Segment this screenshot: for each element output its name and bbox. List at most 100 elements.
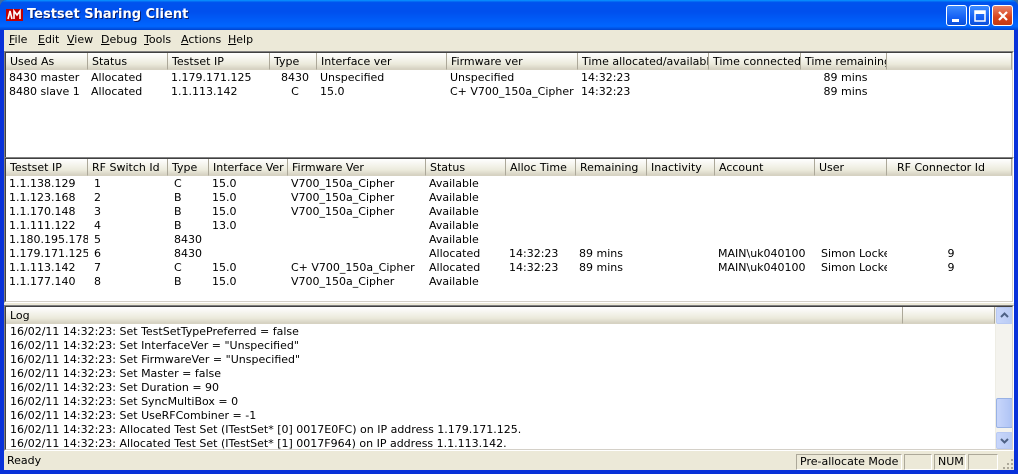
table-row[interactable]: 1.1.111.122 4 B 13.0 Available — [6, 219, 1012, 233]
col-user[interactable]: User — [815, 159, 887, 176]
maximize-icon — [974, 10, 986, 22]
col-type[interactable]: Type — [270, 53, 317, 70]
account-cell — [715, 219, 815, 233]
account-cell — [715, 191, 815, 205]
log-header: Log — [6, 307, 995, 324]
scroll-down-button[interactable] — [996, 432, 1012, 449]
status-num: NUM — [934, 454, 966, 470]
col-alloc-time[interactable]: Alloc Time — [506, 159, 576, 176]
time-remaining-cell: 89 mins — [823, 71, 868, 84]
rf-connector-cell: 9 — [947, 261, 955, 274]
log-line: 16/02/11 14:32:23: Set TestSetTypePrefer… — [10, 325, 299, 338]
menu-file[interactable]: File — [9, 33, 27, 46]
table-row[interactable]: 1.1.113.142 7 C 15.0 C+ V700_150a_Cipher Allo… — [6, 261, 1012, 275]
status-cell: Available — [429, 219, 479, 232]
menu-edit[interactable]: Edit — [38, 33, 59, 46]
col-interface-ver[interactable]: Interface ver — [317, 53, 447, 70]
col-testset-ip[interactable]: Testset IP — [6, 159, 88, 176]
inactivity-cell — [647, 233, 715, 247]
maximize-button[interactable] — [969, 5, 990, 26]
alloc-time-cell — [506, 275, 576, 289]
col-status[interactable]: Status — [88, 53, 168, 70]
resize-grip-icon[interactable] — [1002, 458, 1014, 470]
table-row[interactable]: 1.180.195.178 5 8430 Available — [6, 233, 1012, 247]
col-interface-ver[interactable]: Interface Ver — [209, 159, 288, 176]
title-bar[interactable]: Testset Sharing Client — [0, 0, 1018, 30]
type-cell: 8430 — [281, 71, 309, 84]
rf-connector-cell: 9 — [947, 247, 955, 260]
user-cell — [815, 233, 887, 247]
chevron-up-icon — [1000, 312, 1009, 318]
table-row[interactable]: 1.1.177.140 8 B 15.0 V700_150a_Cipher Availab… — [6, 275, 1012, 289]
table-row[interactable]: 1.179.171.125 6 8430 Allocated 14:32:23 89 mi… — [6, 247, 1012, 261]
used-as-cell: 8430 master — [9, 71, 80, 84]
col-rf-switch-id[interactable]: RF Switch Id — [88, 159, 168, 176]
menu-view[interactable]: View — [67, 33, 93, 46]
col-log[interactable]: Log — [6, 307, 903, 324]
interface-cell: 15.0 — [212, 261, 237, 274]
col-remaining[interactable]: Remaining — [576, 159, 647, 176]
col-testset-ip[interactable]: Testset IP — [168, 53, 270, 70]
alloc-time-cell — [506, 205, 576, 219]
status-mode: Pre-allocate Mode — [796, 454, 902, 470]
col-inactivity[interactable]: Inactivity — [647, 159, 715, 176]
menu-actions[interactable]: Actions — [181, 33, 221, 46]
log-line: 16/02/11 14:32:23: Set InterfaceVer = "U… — [10, 339, 299, 352]
firmware-cell: V700_150a_Cipher — [291, 205, 395, 218]
table-row[interactable]: 8480 slave 1 Allocated 1.1.113.142 C 15.… — [6, 85, 1012, 99]
log-scrollbar[interactable] — [995, 307, 1012, 449]
col-account[interactable]: Account — [715, 159, 815, 176]
scroll-up-button[interactable] — [996, 307, 1012, 324]
menu-help[interactable]: Help — [228, 33, 253, 46]
interface-cell: 15.0 — [320, 85, 345, 98]
alloc-time-cell — [506, 233, 576, 247]
rf-switch-cell: 5 — [94, 233, 101, 246]
close-button[interactable] — [992, 5, 1013, 26]
rf-connector-cell — [887, 191, 1012, 205]
col-firmware-ver[interactable]: Firmware ver — [447, 53, 578, 70]
account-cell — [715, 177, 815, 191]
inactivity-cell — [647, 177, 715, 191]
col-time-allocated[interactable]: Time allocated/available — [578, 53, 709, 70]
ip-cell: 1.1.113.142 — [9, 261, 76, 274]
col-time-connected[interactable]: Time connected — [709, 53, 801, 70]
time-connected-cell — [709, 85, 801, 99]
user-cell — [815, 205, 887, 219]
menu-debug[interactable]: Debug — [101, 33, 137, 46]
col-status[interactable]: Status — [426, 159, 506, 176]
status-cell: Available — [429, 275, 479, 288]
inactivity-cell — [647, 205, 715, 219]
status-empty-2 — [968, 454, 998, 470]
col-rf-connector-id[interactable]: RF Connector Id — [887, 159, 1012, 176]
ip-cell: 1.1.111.122 — [9, 219, 76, 232]
remaining-cell — [576, 233, 647, 247]
log-line: 16/02/11 14:32:23: Allocated Test Set (I… — [10, 423, 522, 436]
minimize-button[interactable] — [946, 5, 967, 26]
status-cell: Allocated — [91, 85, 143, 98]
col-type[interactable]: Type — [168, 159, 209, 176]
interface-cell: Unspecified — [320, 71, 385, 84]
user-cell — [815, 191, 887, 205]
table-row[interactable]: 1.1.123.168 2 B 15.0 V700_150a_Cipher Availab… — [6, 191, 1012, 205]
rf-switch-cell: 3 — [94, 205, 101, 218]
col-used-as[interactable]: Used As — [6, 53, 88, 70]
allocated-table-header: Used As Status Testset IP Type Interface… — [6, 53, 1012, 70]
menu-tools[interactable]: Tools — [144, 33, 171, 46]
status-ready: Ready — [7, 454, 42, 467]
close-icon — [998, 11, 1008, 21]
inactivity-cell — [647, 247, 715, 261]
firmware-cell — [288, 247, 426, 261]
col-firmware-ver[interactable]: Firmware Ver — [288, 159, 426, 176]
table-row[interactable]: 1.1.138.129 1 C 15.0 V700_150a_Cipher Availab… — [6, 177, 1012, 191]
col-time-remaining[interactable]: Time remaining — [801, 53, 887, 70]
alloc-time-cell — [506, 191, 576, 205]
table-row[interactable]: 1.1.170.148 3 B 15.0 V700_150a_Cipher Availab… — [6, 205, 1012, 219]
log-line: 16/02/11 14:32:23: Set FirmwareVer = "Un… — [10, 353, 301, 366]
menu-help-label: elp — [236, 33, 254, 46]
scroll-thumb[interactable] — [996, 398, 1012, 428]
time-allocated-cell: 14:32:23 — [581, 71, 631, 84]
firmware-cell: C+ V700_150a_Cipher — [291, 261, 415, 274]
table-row[interactable]: 8430 master Allocated 1.179.171.125 8430… — [6, 71, 1012, 85]
time-allocated-cell: 14:32:23 — [581, 85, 631, 98]
type-cell: C — [174, 261, 182, 274]
